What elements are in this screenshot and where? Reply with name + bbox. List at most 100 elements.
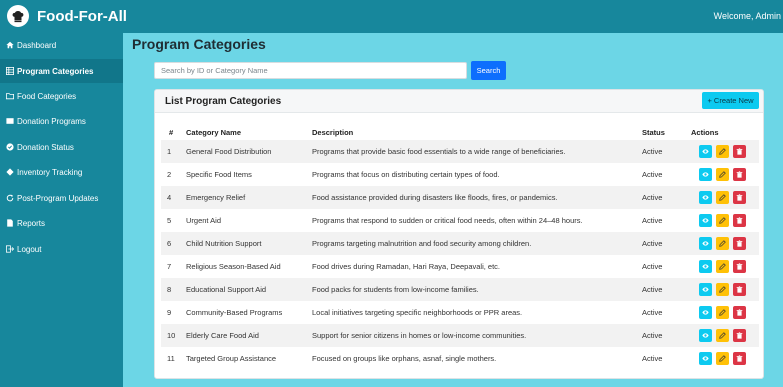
row-description: Programs that respond to sudden or criti… (312, 216, 583, 225)
row-description: Local initiatives targeting specific nei… (312, 308, 523, 317)
row-category-name: Educational Support Aid (186, 285, 267, 294)
edit-button[interactable] (716, 168, 729, 181)
view-button[interactable] (699, 283, 712, 296)
view-button[interactable] (699, 329, 712, 342)
table-row: 7 Religious Season-Based Aid Food drives d… (161, 255, 759, 278)
row-status: Active (642, 147, 663, 156)
row-category-name: General Food Distribution (186, 147, 272, 156)
view-button[interactable] (699, 145, 712, 158)
refresh-icon (5, 193, 15, 203)
view-button[interactable] (699, 352, 712, 365)
sidebar-item-post-program-updates[interactable]: Post-Program Updates (0, 186, 123, 210)
delete-button[interactable] (733, 283, 746, 296)
edit-button[interactable] (716, 352, 729, 365)
sidebar-item-label: Donation Programs (17, 116, 86, 126)
folder-icon (5, 91, 15, 101)
delete-button[interactable] (733, 214, 746, 227)
view-button[interactable] (699, 214, 712, 227)
row-description: Food packs for students from low-income … (312, 285, 479, 294)
eye-icon (702, 194, 709, 201)
row-number: 8 (167, 285, 172, 294)
edit-button[interactable] (716, 191, 729, 204)
sidebar-item-dashboard[interactable]: Dashboard (0, 33, 123, 57)
edit-button[interactable] (716, 214, 729, 227)
delete-button[interactable] (733, 168, 746, 181)
row-description: Food assistance provided during disaster… (312, 193, 558, 202)
program-categories-card: List Program Categories + Create New # C… (154, 89, 764, 379)
delete-button[interactable] (733, 260, 746, 273)
trash-icon (736, 171, 743, 178)
view-button[interactable] (699, 237, 712, 250)
row-number: 4 (167, 193, 172, 202)
sidebar-item-reports[interactable]: Reports (0, 211, 123, 235)
edit-button[interactable] (716, 145, 729, 158)
row-number: 5 (167, 216, 172, 225)
row-category-name: Specific Food Items (186, 170, 252, 179)
row-status: Active (642, 285, 663, 294)
eye-icon (702, 148, 709, 155)
top-navbar: Food-For-All Welcome, Admin (0, 0, 783, 33)
row-number: 1 (167, 147, 172, 156)
delete-button[interactable] (733, 352, 746, 365)
create-new-button[interactable]: + Create New (702, 92, 759, 109)
sidebar-item-label: Donation Status (17, 142, 74, 152)
pencil-icon (719, 309, 726, 316)
pencil-icon (719, 194, 726, 201)
edit-button[interactable] (716, 306, 729, 319)
sidebar-item-label: Dashboard (17, 40, 57, 50)
trash-icon (736, 355, 743, 362)
delete-button[interactable] (733, 145, 746, 158)
row-description: Focused on groups like orphans, asnaf, s… (312, 354, 497, 363)
row-status: Active (642, 170, 663, 179)
eye-icon (702, 309, 709, 316)
sidebar-item-donation-status[interactable]: Donation Status (0, 135, 123, 159)
search-button[interactable]: Search (471, 61, 506, 80)
search-input[interactable] (154, 62, 467, 79)
brand[interactable]: Food-For-All (7, 5, 127, 27)
sidebar-item-label: Logout (17, 244, 42, 254)
view-button[interactable] (699, 260, 712, 273)
pencil-icon (719, 171, 726, 178)
row-number: 2 (167, 170, 172, 179)
edit-button[interactable] (716, 260, 729, 273)
sidebar: Dashboard Program Categories Food Catego… (0, 33, 123, 387)
trash-icon (736, 148, 743, 155)
row-status: Active (642, 193, 663, 202)
edit-button[interactable] (716, 237, 729, 250)
header-description: Description (312, 128, 354, 137)
header-actions: Actions (691, 128, 719, 137)
row-description: Support for senior citizens in homes or … (312, 331, 527, 340)
pencil-icon (719, 286, 726, 293)
eye-icon (702, 263, 709, 270)
sidebar-item-label: Inventory Tracking (17, 167, 83, 177)
view-button[interactable] (699, 191, 712, 204)
sidebar-item-program-categories[interactable]: Program Categories (0, 59, 123, 83)
delete-button[interactable] (733, 306, 746, 319)
edit-button[interactable] (716, 283, 729, 296)
trash-icon (736, 217, 743, 224)
sidebar-item-inventory-tracking[interactable]: Inventory Tracking (0, 160, 123, 184)
sidebar-item-donation-programs[interactable]: Donation Programs (0, 109, 123, 133)
table-row: 11 Targeted Group Assistance Focused on gr… (161, 347, 759, 370)
sidebar-item-logout[interactable]: Logout (0, 237, 123, 261)
view-button[interactable] (699, 306, 712, 319)
brand-name: Food-For-All (37, 7, 127, 25)
header-status: Status (642, 128, 665, 137)
edit-button[interactable] (716, 329, 729, 342)
row-description: Food drives during Ramadan, Hari Raya, D… (312, 262, 501, 271)
table-row: 5 Urgent Aid Programs that respond to sudd… (161, 209, 759, 232)
trash-icon (736, 194, 743, 201)
delete-button[interactable] (733, 237, 746, 250)
diamond-icon (5, 167, 15, 177)
row-category-name: Emergency Relief (186, 193, 246, 202)
table-row: 6 Child Nutrition Support Programs targeti… (161, 232, 759, 255)
view-button[interactable] (699, 168, 712, 181)
eye-icon (702, 286, 709, 293)
row-status: Active (642, 262, 663, 271)
eye-icon (702, 217, 709, 224)
card-header: List Program Categories + Create New (155, 90, 763, 113)
delete-button[interactable] (733, 191, 746, 204)
delete-button[interactable] (733, 329, 746, 342)
chef-hat-logo-icon (7, 5, 29, 27)
sidebar-item-food-categories[interactable]: Food Categories (0, 84, 123, 108)
